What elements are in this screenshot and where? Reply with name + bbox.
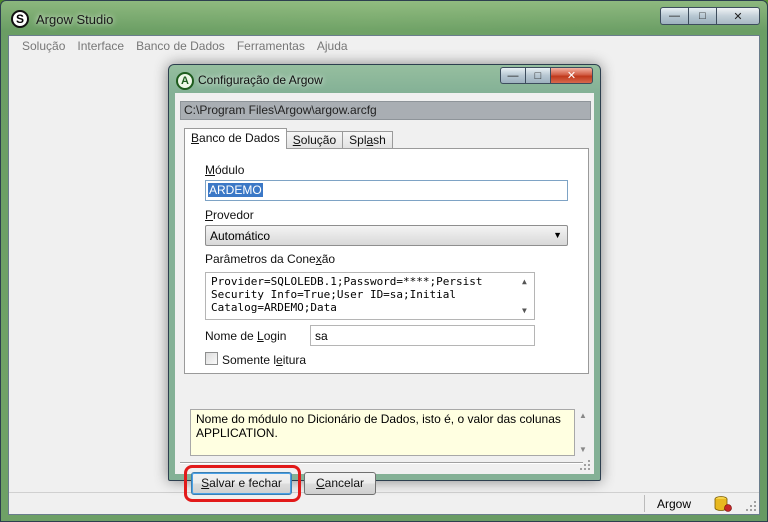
label-text: ogin — [263, 329, 287, 343]
close-button[interactable]: ✕ — [716, 7, 760, 25]
param-line: Provider=SQLOLEDB.1;Password=****;Persis… — [211, 275, 483, 288]
button-text: alvar e fechar — [209, 476, 282, 490]
scroll-down-icon[interactable]: ▼ — [579, 445, 587, 454]
window-title: Argow Studio — [36, 12, 114, 27]
tab-label-part: sh — [373, 133, 386, 147]
resize-grip-icon[interactable] — [579, 459, 591, 471]
provedor-label: Provedor — [205, 208, 254, 222]
status-text: Argow — [656, 497, 691, 511]
dialog-close-button[interactable]: ✕ — [550, 67, 593, 84]
login-input[interactable]: sa — [310, 325, 535, 346]
modulo-value: ARDEMO — [208, 183, 263, 197]
title-bar[interactable]: S Argow Studio — □ ✕ — [1, 1, 767, 35]
tab-panel-banco-de-dados: Módulo ARDEMO Provedor Automático ▼ Parâ… — [184, 148, 589, 374]
readonly-label[interactable]: Somente leitura — [222, 353, 306, 367]
label-text: ão — [321, 252, 336, 266]
status-separator — [644, 495, 645, 512]
label-text: itura — [282, 353, 307, 367]
label-key: P — [205, 208, 214, 222]
label-text: Somente l — [222, 353, 277, 367]
save-and-close-button[interactable]: Salvar e fechar — [191, 472, 292, 495]
tab-label-key: S — [292, 133, 301, 147]
scroll-up-icon[interactable]: ▲ — [522, 275, 527, 288]
label-key: e — [276, 353, 283, 367]
label-text: rovedor — [213, 208, 254, 222]
parametros-label: Parâmetros da Conexão — [205, 252, 335, 266]
status-bar: Argow — [9, 492, 759, 514]
tab-splash[interactable]: Splash — [342, 131, 393, 149]
tab-label-part: olução — [300, 133, 337, 147]
readonly-checkbox[interactable] — [205, 352, 218, 365]
argow-icon: A — [176, 72, 194, 90]
minimize-icon: — — [669, 10, 680, 22]
dialog-client-area: C:\Program Files\Argow\argow.arcfg Banco… — [175, 93, 594, 502]
minimize-button[interactable]: — — [660, 7, 688, 25]
help-scrollbar[interactable]: ▲ ▼ — [575, 409, 591, 456]
window-controls: — □ ✕ — [660, 7, 760, 25]
dialog-minimize-button[interactable]: — — [500, 67, 525, 84]
label-key: M — [205, 163, 215, 177]
menu-solucao[interactable]: Solução — [16, 39, 71, 53]
label-text: Nome de — [205, 329, 258, 343]
tab-banco-de-dados[interactable]: Banco de Dados — [184, 128, 287, 149]
button-text: ancelar — [324, 476, 365, 490]
param-line: Catalog=ARDEMO;Data — [211, 301, 337, 314]
tab-label-part: anco de Dados — [199, 131, 280, 145]
tab-label-part: Spl — [349, 133, 367, 147]
database-icon — [714, 496, 732, 512]
label-key: L — [257, 329, 264, 343]
cancel-button[interactable]: Cancelar — [304, 472, 376, 495]
dropdown-arrow-icon: ▼ — [553, 230, 562, 240]
dialog-separator — [180, 462, 583, 464]
provedor-select[interactable]: Automático ▼ — [205, 225, 568, 246]
scroll-up-icon[interactable]: ▲ — [579, 411, 587, 420]
close-icon: ✕ — [733, 10, 743, 23]
login-label: Nome de Login — [205, 329, 286, 343]
button-key: S — [201, 476, 210, 490]
help-description: Nome do módulo no Dicionário de Dados, i… — [190, 409, 575, 456]
config-path-field: C:\Program Files\Argow\argow.arcfg — [180, 101, 591, 120]
param-line: Security Info=True;User ID=sa;Initial — [211, 288, 457, 301]
minimize-icon: — — [507, 69, 519, 82]
label-text: ódulo — [215, 163, 245, 177]
close-icon: ✕ — [566, 70, 577, 82]
tab-solucao[interactable]: Solução — [285, 131, 344, 149]
menu-bar: Solução Interface Banco de Dados Ferrame… — [9, 36, 759, 56]
tab-label-key: B — [191, 131, 200, 145]
button-key: C — [315, 476, 325, 490]
scroll-down-icon[interactable]: ▼ — [522, 304, 527, 317]
textarea-scrollbar[interactable]: ▲ ▼ — [518, 273, 534, 319]
app-icon: S — [11, 10, 29, 28]
provedor-value: Automático — [210, 229, 271, 243]
maximize-button[interactable]: □ — [688, 7, 716, 25]
menu-interface[interactable]: Interface — [71, 39, 130, 53]
tab-strip: Banco de Dados Solução Splash — [184, 128, 393, 149]
maximize-icon: □ — [699, 10, 706, 22]
menu-banco-de-dados[interactable]: Banco de Dados — [130, 39, 231, 53]
menu-ferramentas[interactable]: Ferramentas — [231, 39, 311, 53]
label-text: Parâmetros da Cone — [205, 252, 316, 266]
connection-params-textarea[interactable]: Provider=SQLOLEDB.1;Password=****;Persis… — [205, 272, 535, 320]
modulo-input[interactable]: ARDEMO — [205, 180, 568, 201]
dialog-title: Configuração de Argow — [198, 73, 323, 87]
dialog-window-controls: — □ ✕ — [500, 67, 593, 84]
resize-grip-icon[interactable] — [745, 500, 757, 512]
menu-ajuda[interactable]: Ajuda — [311, 39, 354, 53]
dialog-maximize-button[interactable]: □ — [525, 67, 550, 84]
maximize-icon: □ — [534, 69, 542, 82]
modulo-label: Módulo — [205, 163, 244, 177]
config-dialog: A Configuração de Argow — □ ✕ C:\Program… — [168, 64, 601, 502]
